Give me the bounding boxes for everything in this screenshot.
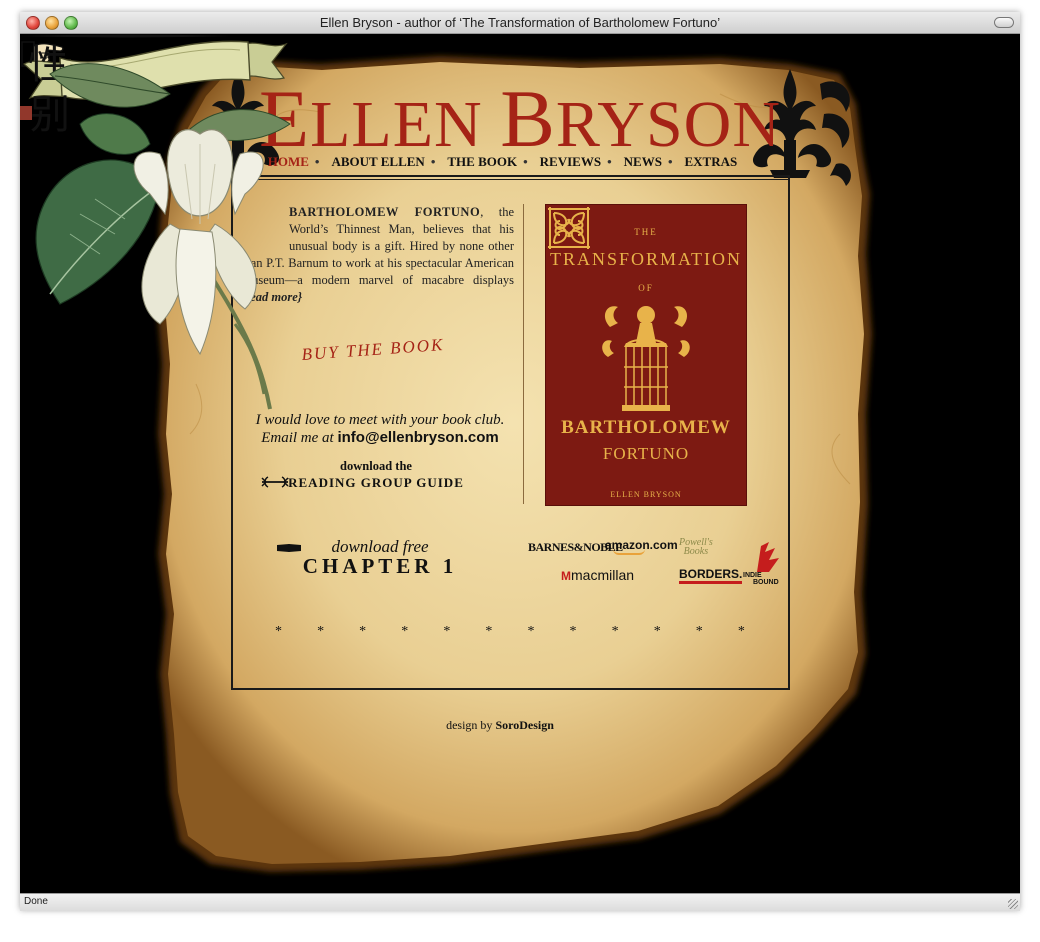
star: * <box>527 624 535 639</box>
design-credit: design by SoroDesign <box>400 718 600 733</box>
book-cover[interactable]: THE TRANSFORMATION OF BARTHOLOMEW FORTUN… <box>545 204 747 506</box>
nav-the-book[interactable]: THE BOOK <box>447 154 517 176</box>
toolbar-toggle-button[interactable] <box>994 17 1014 28</box>
download-chapter-link[interactable]: download free CHAPTER 1 <box>275 537 485 579</box>
email-link[interactable]: info@ellenbryson.com <box>337 429 498 446</box>
reading-group-guide-link[interactable]: download the READING GROUP GUIDE <box>260 459 492 491</box>
window-title: Ellen Bryson - author of ‘The Transforma… <box>319 15 721 30</box>
credit-prefix: design by <box>446 718 496 732</box>
title-first-rest: LLEN <box>310 88 483 161</box>
book-club-line2: Email me at info@ellenbryson.com <box>240 429 520 447</box>
star: * <box>569 624 577 639</box>
guide-line1: download the <box>340 459 412 473</box>
column-divider <box>523 204 524 504</box>
amazon-label: amazon.com <box>605 538 678 552</box>
indiebound-line1: INDIE <box>743 572 762 579</box>
pointing-hand-right-icon <box>277 544 297 552</box>
guide-line2: READING GROUP GUIDE <box>288 475 464 490</box>
star: * <box>695 624 703 639</box>
indiebound-logo-icon: INDIE BOUND <box>743 542 779 586</box>
nav-separator: • <box>607 154 612 169</box>
macmillan-mark-icon: M <box>561 569 571 583</box>
star: * <box>653 624 661 639</box>
powells-line2: Books <box>683 546 709 557</box>
cover-title: TRANSFORMATION <box>549 249 743 269</box>
retailer-links: BARNES&NOBLE amazon.com Powell's Books Mm… <box>525 538 785 598</box>
nav-separator: • <box>523 154 528 169</box>
star: * <box>443 624 451 639</box>
star: * <box>401 624 409 639</box>
resize-grip-icon[interactable] <box>1008 899 1018 909</box>
borders-link[interactable]: BORDERS. <box>679 567 743 584</box>
flourish-right-icon <box>262 476 289 488</box>
nav-separator: • <box>667 154 673 169</box>
star-divider: * * * * * * * * * * * * <box>275 624 745 640</box>
nav-reviews[interactable]: REVIEWS <box>540 154 601 176</box>
macmillan-link[interactable]: Mmacmillan <box>561 567 634 583</box>
nav-news[interactable]: NEWS <box>624 154 662 176</box>
star: * <box>737 624 745 639</box>
amazon-link[interactable]: amazon.com <box>605 538 678 555</box>
star: * <box>485 624 493 639</box>
indiebound-line2: BOUND <box>753 579 779 586</box>
powells-link[interactable]: Powell's Books <box>679 538 713 557</box>
cover-author: ELLEN BRYSON <box>610 490 682 499</box>
title-second-cap: B <box>500 73 556 164</box>
cover-name1: BARTHOLOMEW <box>561 417 731 438</box>
title-second-rest: RYSON <box>555 88 781 161</box>
magnolia-flower-illustration <box>35 63 291 410</box>
cover-of: OF <box>638 283 654 293</box>
browser-window: Ellen Bryson - author of ‘The Transforma… <box>20 12 1020 911</box>
nav-extras[interactable]: EXTRAS <box>685 154 738 176</box>
star: * <box>275 624 282 639</box>
status-text: Done <box>24 896 48 907</box>
sorodesign-link[interactable]: SoroDesign <box>495 718 553 732</box>
star: * <box>611 624 619 639</box>
page-viewport[interactable]: ELLEN BRYSON HOME • ABOUT ELLEN • THE BOOK… <box>20 34 1020 893</box>
status-bar: Done <box>20 893 1020 911</box>
cover-name2: FORTUNO <box>602 444 690 463</box>
star: * <box>317 624 325 639</box>
star: * <box>359 624 367 639</box>
parchment-page: ELLEN BRYSON HOME • ABOUT ELLEN • THE BOOK… <box>20 34 1020 893</box>
book-club-invite: I would love to meet with your book club… <box>240 411 520 447</box>
birdcage-figure-illustration <box>602 306 690 411</box>
email-prefix: Email me at <box>261 430 338 446</box>
macmillan-label: macmillan <box>571 567 635 583</box>
chapter-line2: CHAPTER 1 <box>302 554 458 578</box>
cover-the: THE <box>634 227 658 237</box>
nav-separator: • <box>430 154 436 169</box>
nav-about-ellen[interactable]: ABOUT ELLEN <box>331 154 424 176</box>
title-bar: Ellen Bryson - author of ‘The Transforma… <box>20 12 1020 34</box>
